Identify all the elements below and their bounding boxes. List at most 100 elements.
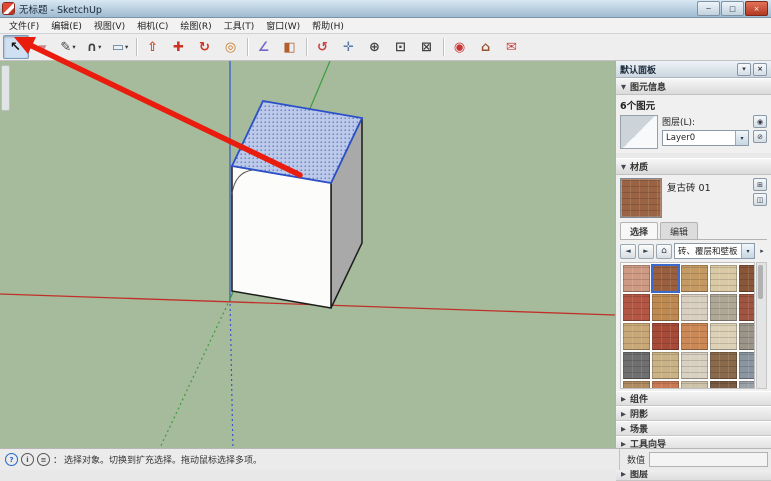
material-swatch[interactable] — [623, 294, 650, 321]
rotate-tool-button[interactable]: ↻ — [192, 35, 218, 59]
material-swatch[interactable] — [739, 294, 755, 321]
menu-item[interactable]: 工具(T) — [218, 18, 261, 33]
dropdown-caret-icon: ▾ — [125, 44, 128, 51]
menu-item[interactable]: 视图(V) — [88, 18, 131, 33]
material-swatch[interactable] — [739, 265, 755, 292]
tool-icon: ✚ — [173, 41, 184, 54]
layer-label: 图层(L): — [662, 115, 749, 128]
materials-tab[interactable]: 选择 — [620, 222, 658, 239]
minimize-button[interactable]: ─ — [697, 1, 720, 16]
create-material-icon[interactable]: ⊞ — [753, 178, 767, 191]
menu-item[interactable]: 绘图(R) — [174, 18, 217, 33]
menu-item[interactable]: 编辑(E) — [45, 18, 88, 33]
scrollbar-thumb[interactable] — [758, 265, 763, 299]
tape-measure-tool-button[interactable]: ∠ — [251, 35, 277, 59]
zoom-window-tool-button[interactable]: ⊡ — [388, 35, 414, 59]
material-swatch[interactable] — [652, 352, 679, 379]
entity-info-title: 图元信息 — [630, 80, 666, 93]
material-swatch[interactable] — [652, 323, 679, 350]
materials-tab[interactable]: 编辑 — [660, 222, 698, 239]
modeling-viewport[interactable] — [0, 61, 615, 448]
material-swatch[interactable] — [681, 294, 708, 321]
material-swatch[interactable] — [623, 323, 650, 350]
measurement-input[interactable] — [649, 452, 768, 467]
pan-tool-button[interactable]: ✛ — [336, 35, 362, 59]
add-location-button[interactable]: ◉ — [447, 35, 473, 59]
material-swatch[interactable] — [739, 352, 755, 379]
select-tool-button[interactable]: ↖ — [3, 35, 29, 59]
material-swatch[interactable] — [652, 265, 679, 292]
material-swatch[interactable] — [681, 323, 708, 350]
tool-icon: ⊡ — [395, 41, 406, 54]
details-icon[interactable]: ▸ — [757, 245, 767, 258]
tool-icon: ⌂ — [481, 41, 490, 54]
cube-front-face[interactable] — [232, 166, 331, 308]
panel-close-icon[interactable]: × — [753, 63, 767, 76]
menu-item[interactable]: 窗口(W) — [260, 18, 306, 33]
material-swatch[interactable] — [739, 323, 755, 350]
material-swatch[interactable] — [681, 265, 708, 292]
tool-icon: ∩ — [87, 41, 98, 54]
forward-icon[interactable]: ► — [638, 244, 654, 259]
material-swatch[interactable] — [739, 381, 755, 389]
materials-nav-row: ◄ ► ⌂ 砖、覆层和壁板 ▾ ▸ — [620, 240, 767, 262]
extension-warehouse-button[interactable]: ✉ — [499, 35, 525, 59]
push-pull-tool-button[interactable]: ⇧ — [140, 35, 166, 59]
panel-options-icon[interactable]: ▾ — [737, 63, 751, 76]
material-swatch[interactable] — [623, 265, 650, 292]
menu-item[interactable]: 相机(C) — [131, 18, 174, 33]
default-tray-panel: 默认面板 ▾ × ▼ 图元信息 6个图元 — [615, 61, 771, 448]
entity-info-header[interactable]: ▼ 图元信息 — [616, 78, 771, 95]
menu-item[interactable]: 帮助(H) — [306, 18, 350, 33]
arc-tool-button[interactable]: ∩ ▾ — [81, 35, 107, 59]
material-swatch[interactable] — [710, 381, 737, 389]
move-tool-button[interactable]: ✚ — [166, 35, 192, 59]
materials-header[interactable]: ▼ 材质 — [616, 158, 771, 175]
material-swatch[interactable] — [710, 323, 737, 350]
back-icon[interactable]: ◄ — [620, 244, 636, 259]
offset-tool-button[interactable]: ◎ — [218, 35, 244, 59]
maximize-button[interactable]: □ — [721, 1, 744, 16]
material-swatch[interactable] — [681, 352, 708, 379]
materials-scrollbar[interactable] — [756, 262, 767, 389]
hide-toggle-icon[interactable]: ◉ — [753, 115, 767, 128]
dropdown-caret-icon[interactable]: ▾ — [735, 131, 748, 145]
material-swatch[interactable] — [623, 381, 650, 389]
material-swatch[interactable] — [623, 352, 650, 379]
warehouse-button[interactable]: ⌂ — [473, 35, 499, 59]
line-tool-button[interactable]: ✎ ▾ — [55, 35, 81, 59]
context-icon[interactable]: ≡ — [37, 453, 50, 466]
panel-title-bar: 默认面板 ▾ × — [616, 61, 771, 78]
collapsed-section-header[interactable]: ▶ 组件 — [616, 391, 771, 406]
zoom-extents-tool-button[interactable]: ⊠ — [414, 35, 440, 59]
measurement-label: 数值 — [627, 453, 645, 466]
material-swatch[interactable] — [652, 294, 679, 321]
material-swatch[interactable] — [710, 352, 737, 379]
info-icon[interactable]: i — [21, 453, 34, 466]
in-model-home-icon[interactable]: ⌂ — [656, 244, 672, 259]
menu-item[interactable]: 文件(F) — [3, 18, 45, 33]
close-button[interactable]: × — [745, 1, 768, 16]
help-icon[interactable]: ? — [5, 453, 18, 466]
layer-dropdown[interactable]: Layer0 ▾ — [662, 130, 749, 146]
secondary-pane-icon[interactable]: ◫ — [753, 193, 767, 206]
shapes-tool-button[interactable]: ▭ ▾ — [107, 35, 133, 59]
toolbar-separator — [136, 38, 137, 56]
collapsed-section-header[interactable]: ▶ 阴影 — [616, 406, 771, 421]
material-swatch[interactable] — [710, 265, 737, 292]
eraser-tool-button[interactable]: ▰ — [29, 35, 55, 59]
material-swatch[interactable] — [710, 294, 737, 321]
orbit-tool-button[interactable]: ↺ — [310, 35, 336, 59]
zoom-tool-button[interactable]: ⊕ — [362, 35, 388, 59]
expand-arrow-icon: ▶ — [621, 395, 626, 403]
material-swatch[interactable] — [652, 381, 679, 389]
tool-icon: ⇧ — [147, 41, 158, 54]
material-swatch[interactable] — [681, 381, 708, 389]
title-bar: 无标题 - SketchUp ─ □ × — [0, 0, 771, 18]
paint-bucket-tool-button[interactable]: ◧ — [277, 35, 303, 59]
collapsed-section-header[interactable]: ▶ 场景 — [616, 421, 771, 436]
tool-icon: ⊕ — [369, 41, 380, 54]
lock-toggle-icon[interactable]: ⊘ — [753, 130, 767, 143]
material-category-dropdown[interactable]: 砖、覆层和壁板 ▾ — [674, 243, 755, 259]
dropdown-caret-icon[interactable]: ▾ — [741, 244, 754, 258]
